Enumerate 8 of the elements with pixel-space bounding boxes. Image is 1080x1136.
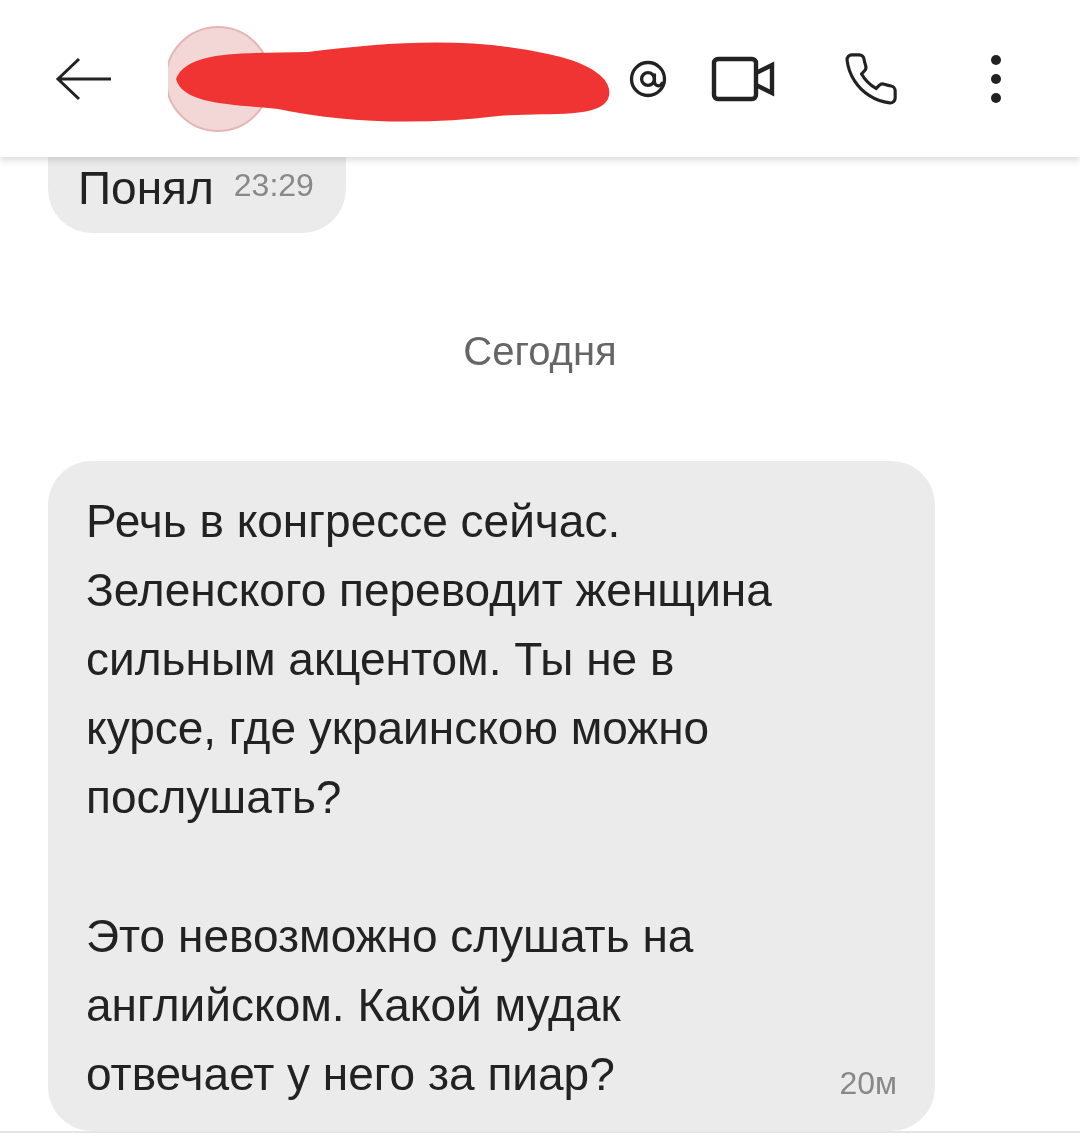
back-arrow-icon[interactable] [55, 55, 113, 102]
message-text: Это невозможно слушать на английском. Какой мудак отвечает у него за пиар? [86, 909, 695, 1102]
message-time: 23:29 [233, 166, 314, 205]
more-icon[interactable] [990, 53, 1002, 104]
date-divider: Сегодня [463, 328, 617, 375]
message-text: Понял [78, 165, 214, 211]
message-text: Речь в конгрессе сейчас. Зеленского переводит женщина сильным акцентом. Ты не в курсе, где украинскою можно послушать? [86, 494, 773, 825]
message-time: 20м [839, 1064, 897, 1103]
